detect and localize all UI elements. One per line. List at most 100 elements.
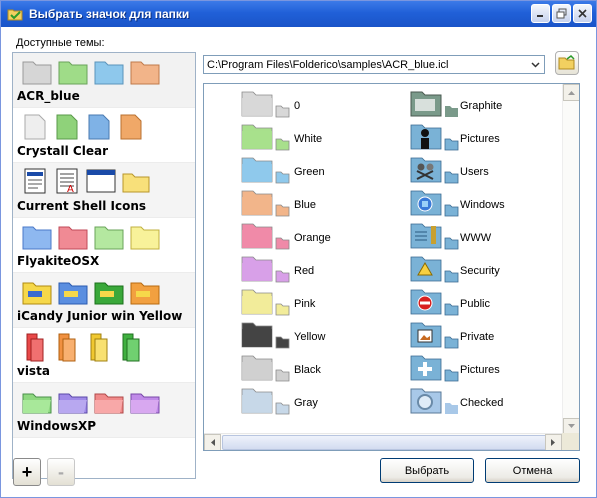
icon-label: Public <box>460 298 490 310</box>
add-theme-button[interactable]: + <box>13 458 41 486</box>
icon-item[interactable]: Users <box>409 152 489 184</box>
scroll-up-button[interactable] <box>563 84 579 101</box>
blue-glossy-folder-icon <box>22 226 52 250</box>
icon-item[interactable]: Blue <box>240 185 316 217</box>
green-vista-folder-icon <box>122 333 140 362</box>
arrow-right-icon <box>551 439 555 446</box>
users-folder-icon <box>410 157 459 184</box>
folder-icon <box>241 124 290 151</box>
green-doc-folder-icon <box>56 114 78 140</box>
theme-name: ACR_blue <box>17 89 80 103</box>
folder-icon <box>241 355 290 382</box>
theme-item-flyakiteosx[interactable]: FlyakiteOSX <box>13 218 195 273</box>
yellow-folder-icon <box>122 173 150 193</box>
icon-label: Users <box>460 166 489 178</box>
icon-item[interactable]: Green <box>240 152 325 184</box>
green-xp-folder-icon <box>22 393 52 414</box>
icon-item[interactable]: Pink <box>240 284 315 316</box>
folder-icon <box>241 157 290 184</box>
blue-candy-folder-icon <box>58 282 88 305</box>
icon-item[interactable]: 0 <box>240 86 300 118</box>
icon-item[interactable]: Red <box>240 251 314 283</box>
icons-grid[interactable]: 0 White Green Blue Orange Red Pink Yellow Black G… <box>203 83 580 451</box>
cancel-button[interactable]: Отмена <box>485 458 580 483</box>
arrow-left-icon <box>211 439 215 446</box>
blue-doc-folder-icon <box>88 114 110 140</box>
icon-item[interactable]: Private <box>409 317 494 349</box>
theme-name: iCandy Junior win Yellow <box>17 309 183 323</box>
icon-label: Windows <box>460 199 505 211</box>
yellow-candy-folder-icon <box>22 282 52 305</box>
red-xp-folder-icon <box>94 393 124 414</box>
window-title: Выбрать значок для папки <box>29 7 190 21</box>
combo-dropdown-button[interactable] <box>528 57 543 72</box>
document-icon <box>24 168 46 194</box>
theme-item-icandy-junior-win-yellow[interactable]: iCandy Junior win Yellow <box>13 273 195 328</box>
theme-item-current-shell-icons[interactable]: A Current Shell Icons <box>13 163 195 218</box>
private-folder-icon <box>410 322 459 349</box>
checked-folder-icon <box>410 388 458 414</box>
close-button[interactable] <box>573 4 592 23</box>
yellow-vista-folder-icon <box>90 333 108 362</box>
browse-button[interactable] <box>555 51 579 75</box>
purple-xp-folder-icon <box>58 393 88 414</box>
select-button[interactable]: Выбрать <box>380 458 474 483</box>
icon-item[interactable]: WWW <box>409 218 491 250</box>
horizontal-scroll-thumb[interactable] <box>222 435 560 450</box>
theme-item-vista[interactable]: vista <box>13 328 195 383</box>
folder-icon <box>241 322 290 349</box>
icon-label: White <box>294 133 323 145</box>
folder-icon <box>241 223 290 250</box>
folder-icon <box>241 289 290 316</box>
themes-list[interactable]: ACR_blue Crystall Clear A Current Shell … <box>12 52 196 479</box>
horizontal-scrollbar[interactable] <box>204 433 579 450</box>
icon-item[interactable]: Gray <box>240 383 318 415</box>
icon-item[interactable]: Black <box>240 350 321 382</box>
icon-item[interactable]: Yellow <box>240 317 325 349</box>
arrow-down-icon <box>568 424 575 428</box>
scroll-right-button[interactable] <box>545 434 562 450</box>
theme-name: Current Shell Icons <box>17 199 147 213</box>
security-folder-icon <box>410 256 459 283</box>
vertical-scrollbar[interactable] <box>562 84 579 435</box>
icon-label: Gray <box>294 397 318 409</box>
icon-label: Black <box>294 364 321 376</box>
title-bar[interactable]: Выбрать значок для папки <box>1 1 596 27</box>
icon-label: Private <box>460 331 495 343</box>
remove-theme-button[interactable]: - <box>47 458 75 486</box>
icon-item[interactable]: Public <box>409 284 490 316</box>
green-glossy-folder-icon <box>94 226 124 250</box>
green-folder-icon <box>58 61 88 85</box>
theme-item-acr-blue[interactable]: ACR_blue <box>13 53 195 108</box>
path-value: C:\Program Files\Folderico\samples\ACR_b… <box>207 58 449 71</box>
icon-item[interactable]: Pictures <box>409 119 500 151</box>
icon-item[interactable]: Pictures <box>409 350 500 382</box>
gray-folder-icon <box>22 61 52 85</box>
chevron-down-icon <box>531 61 540 68</box>
restore-icon <box>556 8 567 19</box>
minimize-button[interactable] <box>531 4 550 23</box>
maximize-button[interactable] <box>552 4 571 23</box>
icon-item[interactable]: Graphite <box>409 86 502 118</box>
icon-item[interactable]: White <box>240 119 322 151</box>
icon-label: Pictures <box>460 364 500 376</box>
green-candy-folder-icon <box>94 282 124 305</box>
scroll-left-button[interactable] <box>204 434 221 450</box>
icon-label: Yellow <box>294 331 326 343</box>
icon-file-path-combo[interactable]: C:\Program Files\Folderico\samples\ACR_b… <box>203 55 545 74</box>
icon-label: Green <box>294 166 325 178</box>
windows-folder-icon <box>410 190 459 217</box>
icon-item[interactable]: Orange <box>240 218 331 250</box>
icon-item[interactable]: Checked <box>409 383 503 415</box>
icon-label: Pink <box>294 298 316 310</box>
folder-icon <box>241 91 290 118</box>
orange-vista-folder-icon <box>58 333 76 362</box>
red-glossy-folder-icon <box>58 226 88 250</box>
public-folder-icon <box>410 289 459 316</box>
folder-icon <box>241 256 290 283</box>
theme-item-crystall-clear[interactable]: Crystall Clear <box>13 108 195 163</box>
theme-item-windowsxp[interactable]: WindowsXP <box>13 383 195 438</box>
icon-item[interactable]: Security <box>409 251 500 283</box>
icon-item[interactable]: Windows <box>409 185 505 217</box>
icon-label: Graphite <box>460 100 503 112</box>
